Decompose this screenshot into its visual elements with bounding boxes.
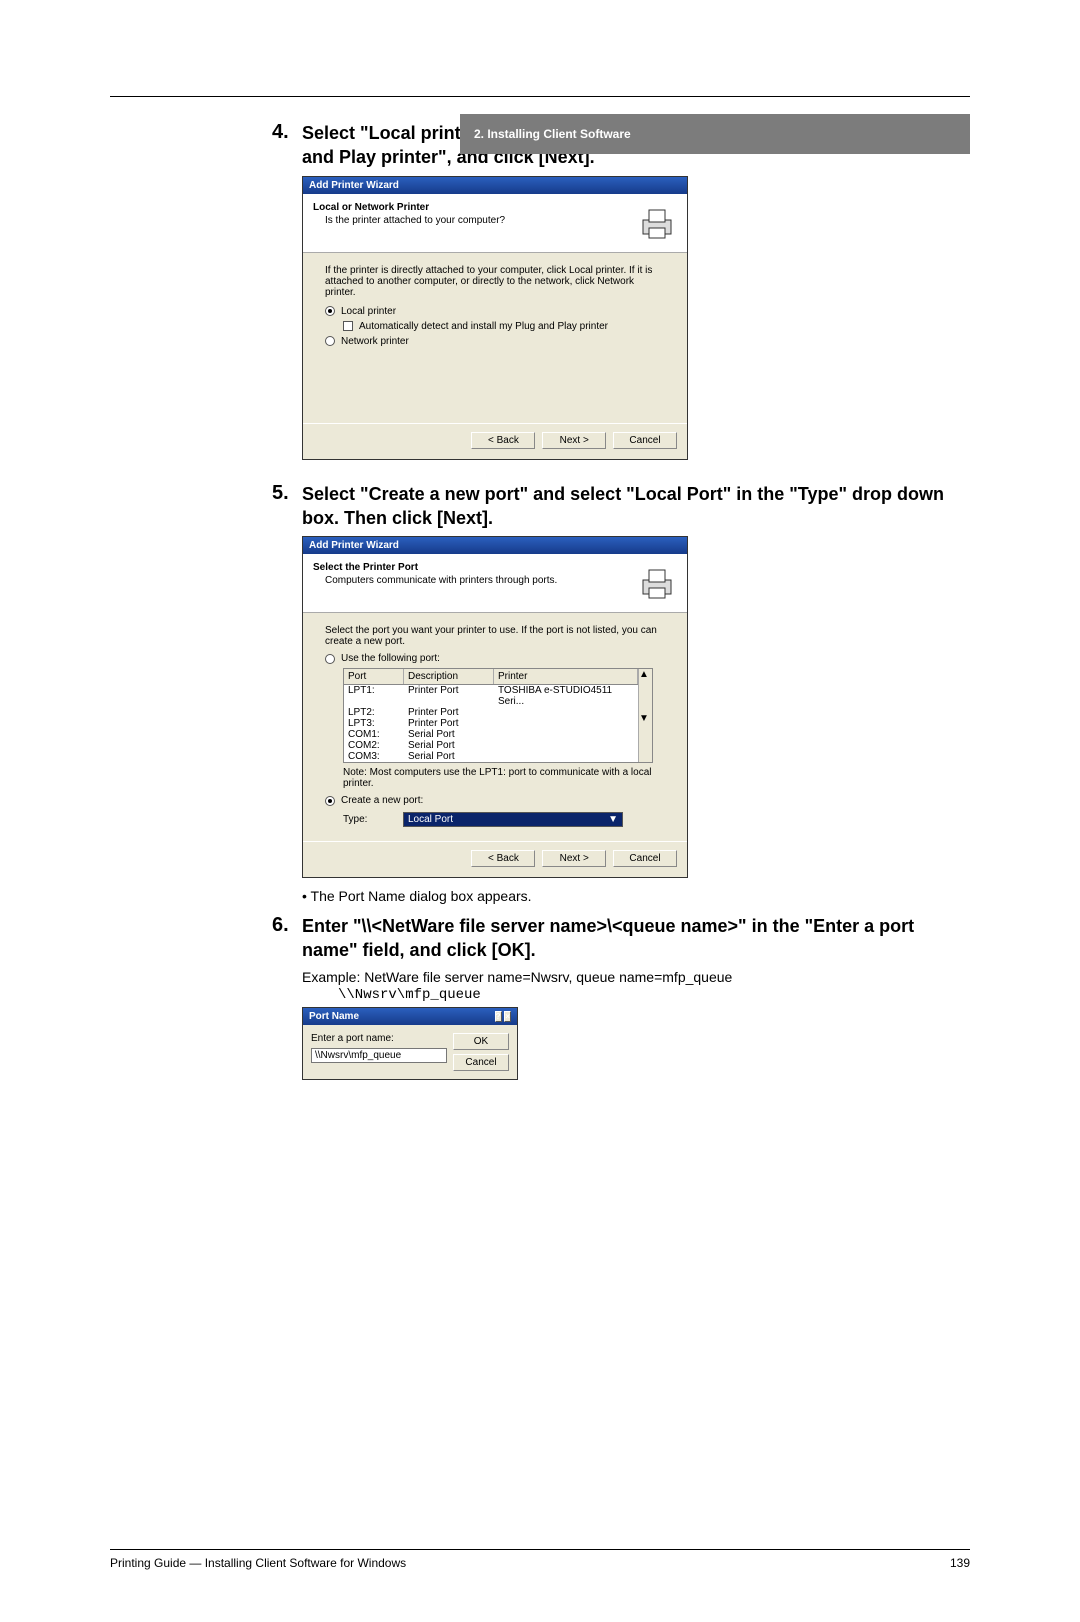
- checkbox-auto-detect[interactable]: Automatically detect and install my Plug…: [343, 321, 665, 332]
- port-name-label: Enter a port name:: [311, 1033, 449, 1044]
- port-table: Port Description Printer LPT1:Printer Po…: [343, 668, 653, 763]
- printer-icon: [637, 562, 677, 602]
- dialog-title: Port Name: [309, 1011, 359, 1022]
- cancel-button[interactable]: Cancel: [613, 850, 677, 867]
- wizard-printer-port: Add Printer Wizard Select the Printer Po…: [302, 536, 688, 878]
- port-note: Note: Most computers use the LPT1: port …: [343, 767, 665, 789]
- next-button[interactable]: Next >: [542, 850, 606, 867]
- radio-label: Use the following port:: [341, 653, 440, 664]
- wizard-heading: Select the Printer Port: [313, 562, 637, 573]
- checkbox-label: Automatically detect and install my Plug…: [359, 321, 608, 332]
- cancel-button[interactable]: Cancel: [613, 432, 677, 449]
- col-header-desc: Description: [404, 669, 494, 684]
- wizard-titlebar: Add Printer Wizard: [303, 177, 687, 194]
- wizard-description: If the printer is directly attached to y…: [325, 265, 665, 298]
- radio-dot-icon: [325, 796, 335, 806]
- table-row[interactable]: LPT1:Printer PortTOSHIBA e-STUDIO4511 Se…: [344, 685, 638, 707]
- ok-button[interactable]: OK: [453, 1033, 509, 1050]
- type-dropdown[interactable]: Local Port ▼: [403, 812, 623, 827]
- port-name-input[interactable]: \\Nwsrv\mfp_queue: [311, 1048, 447, 1063]
- top-rule: [110, 96, 970, 97]
- radio-local-printer[interactable]: Local printer: [325, 306, 665, 317]
- next-button[interactable]: Next >: [542, 432, 606, 449]
- type-value: Local Port: [408, 814, 453, 825]
- col-header-port: Port: [344, 669, 404, 684]
- table-row[interactable]: LPT2:Printer Port: [344, 707, 638, 718]
- checkbox-icon: [343, 321, 353, 331]
- table-row[interactable]: COM1:Serial Port: [344, 729, 638, 740]
- table-row[interactable]: LPT3:Printer Port: [344, 718, 638, 729]
- table-row[interactable]: COM3:Serial Port: [344, 751, 638, 762]
- radio-label: Network printer: [341, 336, 409, 347]
- radio-create-port[interactable]: Create a new port:: [325, 795, 665, 806]
- wizard-subtext: Is the printer attached to your computer…: [325, 215, 637, 226]
- footer-left: Printing Guide — Installing Client Softw…: [110, 1556, 406, 1570]
- wizard-subtext: Computers communicate with printers thro…: [325, 575, 637, 586]
- radio-use-port[interactable]: Use the following port:: [325, 653, 665, 664]
- footer-page-number: 139: [950, 1556, 970, 1570]
- chapter-title: 2. Installing Client Software: [474, 127, 631, 141]
- col-header-printer: Printer: [494, 669, 638, 684]
- scrollbar[interactable]: ▲▼: [638, 669, 652, 762]
- step-number: 4.: [272, 121, 302, 144]
- step-number: 6.: [272, 914, 302, 937]
- radio-dot-icon: [325, 654, 335, 664]
- wizard-titlebar: Add Printer Wizard: [303, 537, 687, 554]
- step-4: 4. Select "Local printer", uncheck the "…: [272, 121, 970, 460]
- radio-network-printer[interactable]: Network printer: [325, 336, 665, 347]
- wizard-description: Select the port you want your printer to…: [325, 625, 665, 647]
- chapter-header: 2. Installing Client Software: [460, 114, 970, 154]
- step-bullet: The Port Name dialog box appears.: [302, 888, 970, 904]
- back-button[interactable]: < Back: [471, 432, 535, 449]
- back-button[interactable]: < Back: [471, 850, 535, 867]
- step-6: 6. Enter "\\<NetWare file server name>\<…: [272, 914, 970, 1080]
- cancel-button[interactable]: Cancel: [453, 1054, 509, 1071]
- radio-label: Local printer: [341, 306, 396, 317]
- step-5: 5. Select "Create a new port" and select…: [272, 482, 970, 905]
- radio-dot-icon: [325, 336, 335, 346]
- step-instruction: Select "Create a new port" and select "L…: [302, 482, 970, 531]
- radio-dot-icon: [325, 306, 335, 316]
- table-row[interactable]: COM2:Serial Port: [344, 740, 638, 751]
- printer-icon: [637, 202, 677, 242]
- radio-label: Create a new port:: [341, 795, 423, 806]
- wizard-local-network: Add Printer Wizard Local or Network Prin…: [302, 176, 688, 460]
- help-icon[interactable]: ?: [495, 1011, 502, 1022]
- type-label: Type:: [343, 814, 403, 825]
- example-path: \\Nwsrv\mfp_queue: [338, 987, 970, 1003]
- chevron-down-icon: ▼: [608, 814, 618, 825]
- close-icon[interactable]: ×: [504, 1011, 511, 1022]
- step-number: 5.: [272, 482, 302, 505]
- step-instruction: Enter "\\<NetWare file server name>\<que…: [302, 914, 970, 963]
- wizard-heading: Local or Network Printer: [313, 202, 637, 213]
- example-text: Example: NetWare file server name=Nwsrv,…: [302, 969, 970, 985]
- port-name-dialog: Port Name ? × Enter a port name: \\Nwsrv…: [302, 1007, 518, 1080]
- page-footer: Printing Guide — Installing Client Softw…: [110, 1549, 970, 1570]
